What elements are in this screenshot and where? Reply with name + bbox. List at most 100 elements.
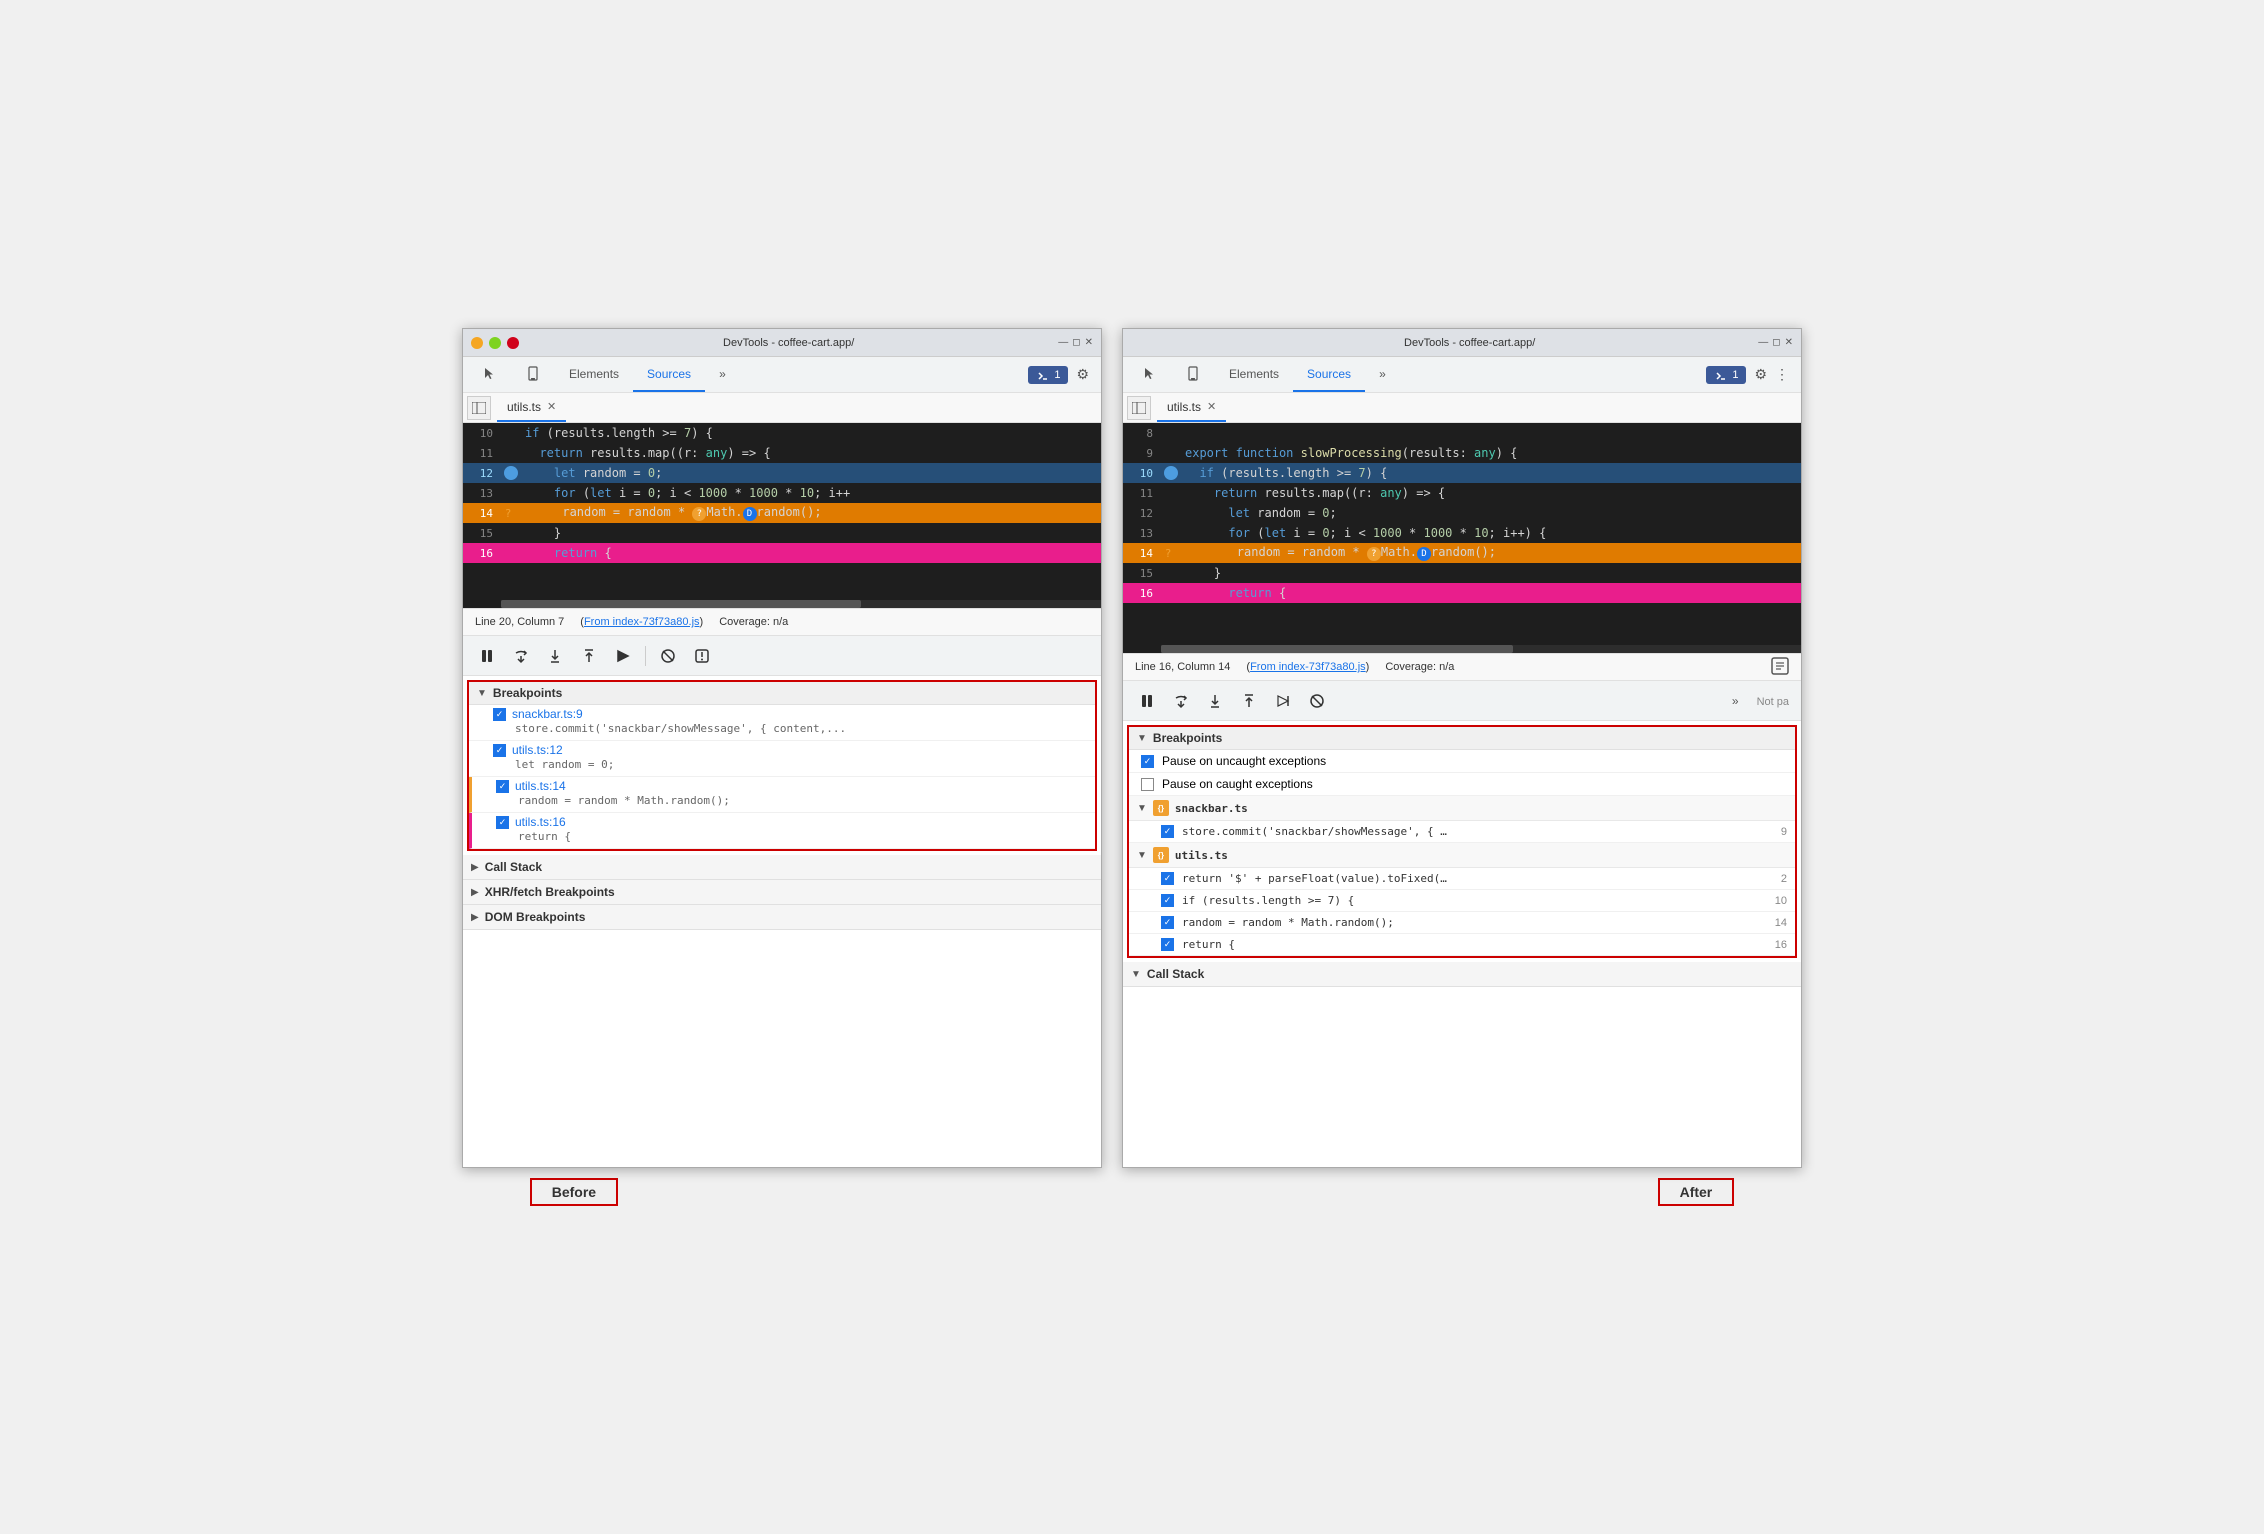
- tab-sources-right[interactable]: Sources: [1293, 357, 1365, 392]
- close-icon-right[interactable]: ✕: [1785, 337, 1793, 348]
- left-devtools-window: DevTools - coffee-cart.app/ — ◻ ✕ Elemen…: [462, 328, 1102, 1168]
- settings-icon-left[interactable]: ⚙: [1076, 366, 1089, 383]
- tab-sources-left[interactable]: Sources: [633, 357, 705, 392]
- pause-uncaught-checkbox[interactable]: ✓: [1141, 755, 1154, 768]
- breakpoints-header-left[interactable]: ▼ Breakpoints: [469, 682, 1095, 705]
- step-into-btn-right[interactable]: [1203, 689, 1227, 713]
- bp-checkbox-utils12-left[interactable]: ✓: [493, 744, 506, 757]
- dom-label-left: DOM Breakpoints: [485, 910, 586, 924]
- more-icon-right[interactable]: ⋮: [1775, 366, 1789, 383]
- bp-utils-2-check[interactable]: ✓: [1161, 916, 1174, 929]
- tab-cursor-right[interactable]: [1127, 357, 1171, 392]
- step-into-btn-left[interactable]: [543, 644, 567, 668]
- settings-icon-right[interactable]: ⚙: [1754, 366, 1767, 383]
- console-badge-right[interactable]: 1: [1706, 366, 1746, 384]
- minimize-btn-left[interactable]: [471, 337, 483, 349]
- file-name-utils: utils.ts: [1175, 849, 1228, 862]
- tab-mobile-right[interactable]: [1171, 357, 1215, 392]
- xhr-label-left: XHR/fetch Breakpoints: [485, 885, 615, 899]
- file-tab-close-right[interactable]: ✕: [1207, 400, 1216, 413]
- file-tab-close-left[interactable]: ✕: [547, 400, 556, 413]
- bp-snackbar-0-check[interactable]: ✓: [1161, 825, 1174, 838]
- tab-more-right[interactable]: »: [1365, 357, 1400, 392]
- pause-btn-right[interactable]: [1135, 689, 1159, 713]
- pause-exception-btn-left[interactable]: [690, 644, 714, 668]
- xhr-header-left[interactable]: ▶ XHR/fetch Breakpoints: [463, 880, 1101, 904]
- status-from-link-right[interactable]: From index-73f73a80.js: [1250, 661, 1366, 673]
- breakpoints-header-right[interactable]: ▼ Breakpoints: [1129, 727, 1795, 750]
- title-bar-controls-left: [471, 337, 519, 349]
- step-btn-left[interactable]: [611, 644, 635, 668]
- panel-area-right[interactable]: ▼ Breakpoints ✓ Pause on uncaught except…: [1123, 721, 1801, 1167]
- sidebar-toggle-right[interactable]: [1127, 396, 1151, 420]
- bp-checkbox-snackbar-left[interactable]: ✓: [493, 708, 506, 721]
- title-icons-left: — ◻ ✕: [1058, 337, 1093, 348]
- step-out-btn-left[interactable]: [577, 644, 601, 668]
- call-stack-section-left: ▶ Call Stack: [463, 855, 1101, 880]
- tab-elements-right[interactable]: Elements: [1215, 357, 1293, 392]
- file-group-utils[interactable]: ▼ {} utils.ts: [1129, 843, 1795, 868]
- bp-utils-3-line: 16: [1767, 939, 1787, 951]
- bp-utils-0-check[interactable]: ✓: [1161, 872, 1174, 885]
- pause-caught-checkbox[interactable]: [1141, 778, 1154, 791]
- comparison-container: DevTools - coffee-cart.app/ — ◻ ✕ Elemen…: [462, 328, 1802, 1168]
- panel-area-left[interactable]: ▼ Breakpoints ✓ snackbar.ts:9 store.comm…: [463, 676, 1101, 1167]
- call-stack-label-left: Call Stack: [485, 860, 542, 874]
- deactivate-btn-right[interactable]: [1305, 689, 1329, 713]
- file-tab-left[interactable]: utils.ts ✕: [497, 393, 566, 422]
- maximize-btn-left[interactable]: [489, 337, 501, 349]
- bp-item-snackbar-left: ✓ snackbar.ts:9 store.commit('snackbar/s…: [469, 705, 1095, 741]
- call-stack-header-left[interactable]: ▶ Call Stack: [463, 855, 1101, 879]
- call-stack-chevron-right: ▼: [1131, 969, 1141, 980]
- bp-utils-2: ✓ random = random * Math.random(); 14: [1129, 912, 1795, 934]
- bp-utils-1-code: if (results.length >= 7) {: [1182, 894, 1759, 907]
- tab-more-left[interactable]: »: [705, 357, 740, 392]
- tab-bar-left: Elements Sources » 1 ⚙: [463, 357, 1101, 393]
- file-tab-right[interactable]: utils.ts ✕: [1157, 393, 1226, 422]
- tab-elements-left[interactable]: Elements: [555, 357, 633, 392]
- file-tab-name-left: utils.ts: [507, 400, 541, 414]
- console-badge-left[interactable]: 1: [1028, 366, 1068, 384]
- bp-utils-0-code: return '$' + parseFloat(value).toFixed(…: [1182, 872, 1759, 885]
- close-btn-left[interactable]: [507, 337, 519, 349]
- tab-mobile-left[interactable]: [511, 357, 555, 392]
- restore-icon-right[interactable]: ◻: [1772, 337, 1780, 348]
- code-line-13-right: 13 for (let i = 0; i < 1000 * 1000 * 10;…: [1123, 523, 1801, 543]
- tab-bar-right-left: 1 ⚙: [1020, 357, 1097, 392]
- deactivate-btn-left[interactable]: [656, 644, 680, 668]
- minimize-icon-left[interactable]: —: [1058, 337, 1068, 348]
- bp-utils-3: ✓ return { 16: [1129, 934, 1795, 956]
- toolbar-more-right[interactable]: »: [1732, 694, 1739, 708]
- bp-item-utils16-left: ✓ utils.ts:16 return {: [469, 813, 1095, 849]
- code-line-11-left: 11 return results.map((r: any) => {: [463, 443, 1101, 463]
- step-over-btn-right[interactable]: [1169, 689, 1193, 713]
- bp-utils-1-check[interactable]: ✓: [1161, 894, 1174, 907]
- file-group-snackbar[interactable]: ▼ {} snackbar.ts: [1129, 796, 1795, 821]
- bp-utils-1: ✓ if (results.length >= 7) { 10: [1129, 890, 1795, 912]
- step-over-btn-left[interactable]: [509, 644, 533, 668]
- bp-utils-1-line: 10: [1767, 895, 1787, 907]
- pause-btn-left[interactable]: [475, 644, 499, 668]
- tab-cursor-left[interactable]: [467, 357, 511, 392]
- call-stack-header-right[interactable]: ▼ Call Stack: [1123, 962, 1801, 986]
- status-from-link-left[interactable]: From index-73f73a80.js: [584, 616, 700, 628]
- close-icon-left[interactable]: ✕: [1085, 337, 1093, 348]
- bp-checkbox-utils16-left[interactable]: ✓: [496, 816, 509, 829]
- bp-file-utils16-left: utils.ts:16: [515, 815, 566, 829]
- step-btn-right[interactable]: [1271, 689, 1295, 713]
- file-icon-utils: {}: [1153, 847, 1169, 863]
- code-line-14-left: 14 ? random = random * ?Math.Drandom();: [463, 503, 1101, 523]
- code-line-9-right: 9 export function slowProcessing(results…: [1123, 443, 1801, 463]
- bp-utils-3-code: return {: [1182, 938, 1759, 951]
- xhr-chevron-left: ▶: [471, 887, 479, 898]
- bp-utils-3-check[interactable]: ✓: [1161, 938, 1174, 951]
- not-paused-right: Not pa: [1757, 696, 1789, 708]
- status-bar-left: Line 20, Column 7 (From index-73f73a80.j…: [463, 608, 1101, 636]
- bp-checkbox-utils14-left[interactable]: ✓: [496, 780, 509, 793]
- minimize-icon-right[interactable]: —: [1758, 337, 1768, 348]
- dom-header-left[interactable]: ▶ DOM Breakpoints: [463, 905, 1101, 929]
- restore-icon-left[interactable]: ◻: [1072, 337, 1080, 348]
- sidebar-toggle-left[interactable]: [467, 396, 491, 420]
- step-out-btn-right[interactable]: [1237, 689, 1261, 713]
- bp-code-snackbar-left: store.commit('snackbar/showMessage', { c…: [493, 721, 1087, 738]
